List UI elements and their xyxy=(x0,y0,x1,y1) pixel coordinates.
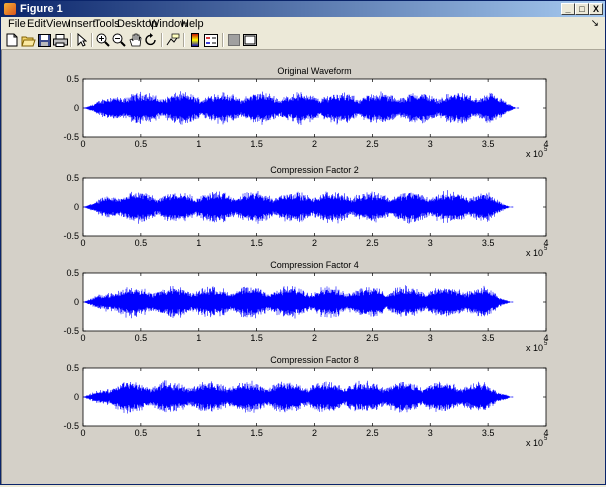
show-plot-tools-icon[interactable] xyxy=(242,32,258,48)
menu-help[interactable]: Help xyxy=(181,17,204,31)
axes-title: Original Waveform xyxy=(277,66,351,76)
x-tick-label: 2.5 xyxy=(366,238,379,248)
x-tick-label: 3.5 xyxy=(482,428,495,438)
zoom-out-icon[interactable] xyxy=(111,32,127,48)
y-tick-label: -0.5 xyxy=(63,132,79,142)
menu-insert[interactable]: Insert xyxy=(68,17,96,31)
x-tick-label: 1.5 xyxy=(250,139,263,149)
x-tick-label: 2.5 xyxy=(366,333,379,343)
x-exponent-label: x 10 xyxy=(526,343,543,353)
y-tick-label: 0.5 xyxy=(66,173,79,183)
x-tick-label: 0 xyxy=(80,428,85,438)
toolbar-separator xyxy=(183,33,185,47)
rotate-3d-icon[interactable] xyxy=(143,32,159,48)
matlab-logo-icon xyxy=(4,3,16,15)
x-tick-label: 1.5 xyxy=(250,428,263,438)
y-tick-label: -0.5 xyxy=(63,421,79,431)
y-tick-label: 0 xyxy=(74,297,79,307)
x-tick-label: 2 xyxy=(312,238,317,248)
data-cursor-icon[interactable] xyxy=(165,32,181,48)
minimize-button[interactable]: _ xyxy=(561,3,575,15)
pan-hand-icon[interactable] xyxy=(127,32,143,48)
y-tick-label: 0.5 xyxy=(66,74,79,84)
x-tick-label: 1.5 xyxy=(250,333,263,343)
axes-title: Compression Factor 4 xyxy=(270,260,359,270)
menu-edit[interactable]: Edit xyxy=(27,17,46,31)
axes-title: Compression Factor 8 xyxy=(270,355,359,365)
x-tick-label: 2 xyxy=(312,428,317,438)
figure-canvas: Original Waveform 0 0.5 1 1.5 2 2.5 3 3.5 4 0.5 0 -0… xyxy=(1,50,605,484)
axes-title: Compression Factor 2 xyxy=(270,165,359,175)
x-tick-label: 1 xyxy=(196,238,201,248)
x-tick-label: 3 xyxy=(428,428,433,438)
toolbar-separator xyxy=(161,33,163,47)
save-icon[interactable] xyxy=(36,32,52,48)
x-tick-label: 3.5 xyxy=(482,139,495,149)
x-tick-label: 0.5 xyxy=(135,238,148,248)
x-tick-label: 0 xyxy=(80,139,85,149)
x-tick-label: 3 xyxy=(428,333,433,343)
y-tick-label: 0 xyxy=(74,103,79,113)
y-tick-label: 0.5 xyxy=(66,363,79,373)
y-tick-label: 0.5 xyxy=(66,268,79,278)
x-tick-label: 2.5 xyxy=(366,139,379,149)
y-tick-label: -0.5 xyxy=(63,326,79,336)
title-bar[interactable]: Figure 1 _ □ X xyxy=(1,1,605,17)
figure-toolbar xyxy=(1,31,605,50)
toolbar-separator xyxy=(70,33,72,47)
x-exponent-label: x 10 xyxy=(526,149,543,159)
close-button[interactable]: X xyxy=(589,3,603,15)
x-exponent-label: x 10 xyxy=(526,248,543,258)
x-tick-label: 0.5 xyxy=(135,333,148,343)
open-file-icon[interactable] xyxy=(20,32,36,48)
x-tick-label: 0.5 xyxy=(135,428,148,438)
y-tick-label: 0 xyxy=(74,392,79,402)
dock-figure-icon[interactable]: ↘ xyxy=(591,17,599,31)
x-tick-label: 0 xyxy=(80,238,85,248)
x-tick-label: 0 xyxy=(80,333,85,343)
figure-window: Figure 1 _ □ X File Edit View Insert Too… xyxy=(0,0,606,485)
maximize-button[interactable]: □ xyxy=(575,3,589,15)
x-tick-label: 1 xyxy=(196,428,201,438)
x-exponent-label: x 10 xyxy=(526,438,543,448)
toolbar-separator xyxy=(91,33,93,47)
toolbar-separator xyxy=(222,33,224,47)
y-tick-label: -0.5 xyxy=(63,231,79,241)
print-icon[interactable] xyxy=(52,32,68,48)
x-tick-label: 2.5 xyxy=(366,428,379,438)
x-tick-label: 3 xyxy=(428,139,433,149)
zoom-in-icon[interactable] xyxy=(95,32,111,48)
plots-svg: Original Waveform0 0.5 1 1.5 2 2.5 3 3.5 40.50-0… xyxy=(63,66,548,448)
x-tick-label: 1 xyxy=(196,139,201,149)
canvas-border xyxy=(1,50,2,484)
menu-file[interactable]: File xyxy=(8,17,26,31)
x-tick-label: 1 xyxy=(196,333,201,343)
menu-view[interactable]: View xyxy=(46,17,70,31)
menu-tools[interactable]: Tools xyxy=(94,17,120,31)
hide-plot-tools-icon[interactable] xyxy=(226,32,242,48)
x-tick-label: 1.5 xyxy=(250,238,263,248)
x-tick-label: 2 xyxy=(312,139,317,149)
x-tick-label: 3.5 xyxy=(482,333,495,343)
x-tick-label: 0.5 xyxy=(135,139,148,149)
select-arrow-icon[interactable] xyxy=(74,32,90,48)
menu-bar: File Edit View Insert Tools Desktop Wind… xyxy=(1,17,605,31)
new-figure-icon[interactable] xyxy=(4,32,20,48)
legend-icon[interactable] xyxy=(203,32,219,48)
x-tick-label: 3 xyxy=(428,238,433,248)
colorbar-icon[interactable] xyxy=(187,32,203,48)
window-title: Figure 1 xyxy=(20,3,63,15)
x-tick-label: 3.5 xyxy=(482,238,495,248)
y-tick-label: 0 xyxy=(74,202,79,212)
x-tick-label: 2 xyxy=(312,333,317,343)
